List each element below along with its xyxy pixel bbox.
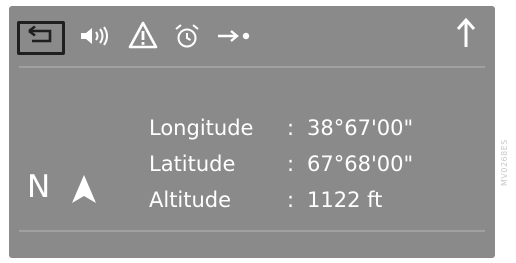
volume-button[interactable]	[77, 26, 115, 50]
speaker-volume-icon	[78, 25, 114, 51]
up-arrow-icon	[455, 17, 477, 53]
toolbar	[9, 6, 495, 64]
screen: Longitude : 38°67'00" Latitude : 67°68'0…	[0, 0, 516, 263]
altitude-value: 1122 ft	[307, 188, 383, 212]
back-button[interactable]	[17, 21, 65, 55]
warning-button[interactable]	[127, 21, 159, 53]
arrow-dot-icon	[216, 27, 254, 49]
longitude-separator: :	[287, 116, 295, 140]
alarm-clock-icon	[173, 23, 201, 53]
latitude-label: Latitude	[149, 152, 236, 176]
north-arrow-icon	[71, 174, 97, 208]
longitude-row: Longitude : 38°67'00"	[9, 114, 495, 142]
altitude-label: Altitude	[149, 188, 232, 212]
latitude-value: 67°68'00"	[307, 152, 414, 176]
altitude-separator: :	[287, 188, 295, 212]
longitude-label: Longitude	[149, 116, 254, 140]
image-code: MV0268ES	[500, 139, 509, 186]
latitude-separator: :	[287, 152, 295, 176]
top-divider	[19, 66, 485, 68]
route-button[interactable]	[215, 28, 255, 48]
warning-triangle-icon	[128, 21, 158, 53]
alarm-button[interactable]	[171, 24, 203, 52]
longitude-value: 38°67'00"	[307, 116, 414, 140]
navigation-display: Longitude : 38°67'00" Latitude : 67°68'0…	[9, 6, 495, 258]
back-arrow-icon	[26, 25, 56, 51]
bottom-divider	[19, 230, 485, 232]
compass-direction: N	[27, 169, 51, 205]
scroll-up-button[interactable]	[453, 17, 479, 53]
